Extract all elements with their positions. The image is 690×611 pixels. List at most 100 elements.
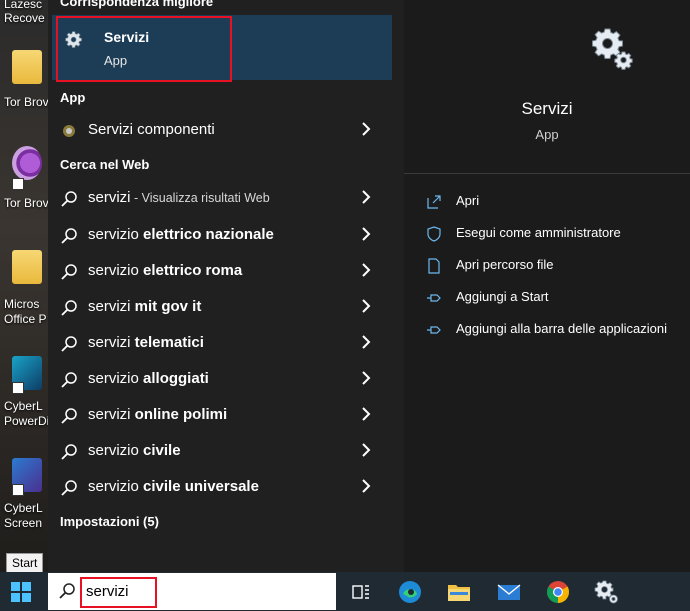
shortcut-arrow-icon bbox=[12, 382, 24, 394]
detail-title: Servizi bbox=[521, 99, 573, 118]
shield-icon bbox=[427, 226, 441, 242]
web-result-row[interactable]: servizio elettrico nazionale bbox=[48, 217, 388, 253]
action-label: Apri bbox=[456, 193, 480, 208]
mail-icon[interactable] bbox=[496, 579, 522, 605]
web-result-prefix: servizi bbox=[88, 334, 135, 351]
detail-subtitle: App bbox=[535, 127, 559, 142]
desktop-icon-tor-browser[interactable]: Tor Brov bbox=[0, 144, 48, 214]
gear-icon bbox=[592, 28, 633, 70]
chevron-right-icon[interactable] bbox=[360, 226, 372, 242]
app-item-label: Servizi componenti bbox=[88, 121, 215, 138]
web-result-prefix: servizi bbox=[88, 406, 135, 423]
search-icon bbox=[61, 336, 77, 352]
chevron-right-icon[interactable] bbox=[360, 298, 372, 314]
web-result-hint: - Visualizza risultati Web bbox=[130, 191, 270, 205]
highlight-box bbox=[56, 16, 232, 82]
search-icon bbox=[61, 444, 77, 460]
action-label: Aggiungi alla barra delle applicazioni bbox=[456, 321, 668, 336]
web-result-row[interactable]: servizio civile bbox=[48, 433, 388, 469]
web-result-prefix: servizi bbox=[88, 298, 135, 315]
search-icon bbox=[61, 191, 77, 207]
search-icon bbox=[61, 264, 77, 280]
web-result-row[interactable]: servizio civile universale bbox=[48, 469, 388, 505]
desktop-icon-label: Office P bbox=[4, 312, 47, 326]
search-icon bbox=[61, 480, 77, 496]
best-match-header: Corrispondenza migliore bbox=[60, 0, 214, 9]
web-result-row[interactable]: servizio alloggiati bbox=[48, 361, 388, 397]
divider bbox=[404, 173, 690, 174]
action-pin-to-start[interactable]: Aggiungi a Start bbox=[426, 286, 688, 310]
desktop-icon-label: Recove bbox=[4, 11, 45, 25]
desktop-icon-screen-recorder[interactable]: CyberL Screen bbox=[0, 458, 48, 534]
action-open[interactable]: Apri bbox=[426, 190, 688, 214]
folder-icon bbox=[12, 250, 42, 284]
search-icon bbox=[61, 408, 77, 424]
search-icon bbox=[59, 583, 75, 599]
component-services-icon bbox=[63, 125, 75, 137]
action-label: Aggiungi a Start bbox=[456, 289, 549, 304]
settings-section-header[interactable]: Impostazioni (5) bbox=[60, 514, 159, 529]
file-explorer-icon[interactable] bbox=[446, 579, 472, 605]
action-open-file-location[interactable]: Apri percorso file bbox=[426, 254, 688, 278]
web-result-prefix: servizio bbox=[88, 262, 144, 279]
desktop-icon-tor-folder[interactable]: Tor Brov bbox=[0, 46, 48, 110]
web-result-completion: elettrico nazionale bbox=[143, 226, 274, 243]
windows-start-icon[interactable] bbox=[10, 581, 32, 603]
desktop-icon-label: CyberL bbox=[4, 501, 43, 515]
highlight-box bbox=[80, 577, 157, 608]
chevron-right-icon[interactable] bbox=[360, 406, 372, 422]
desktop-icon-label: Screen bbox=[4, 516, 43, 530]
action-label: Apri percorso file bbox=[456, 257, 554, 272]
desktop-icon-label: CyberL bbox=[4, 399, 43, 413]
chevron-right-icon[interactable] bbox=[360, 334, 372, 350]
chrome-icon[interactable] bbox=[545, 579, 571, 605]
edge-icon[interactable] bbox=[397, 579, 423, 605]
app-item-servizi-componenti[interactable]: Servizi componenti bbox=[48, 112, 388, 148]
web-result-row[interactable]: servizi telematici bbox=[48, 325, 388, 361]
desktop-icon-powerdirector[interactable]: CyberL PowerDi bbox=[0, 356, 48, 432]
desktop: Lazesc Recove Tor Brov Tor Brov Micros O… bbox=[0, 0, 48, 572]
task-view-icon[interactable] bbox=[348, 579, 374, 605]
web-result-row[interactable]: servizio elettrico roma bbox=[48, 253, 388, 289]
shortcut-arrow-icon bbox=[12, 484, 24, 496]
web-result-prefix: servizi bbox=[88, 189, 131, 206]
action-label: Esegui come amministratore bbox=[456, 225, 621, 240]
web-result-row[interactable]: servizi mit gov it bbox=[48, 289, 388, 325]
desktop-icon-label: Tor Brov bbox=[4, 196, 48, 210]
chevron-right-icon[interactable] bbox=[360, 370, 372, 386]
open-icon bbox=[427, 195, 441, 209]
desktop-icon-office[interactable]: Micros Office P bbox=[0, 248, 48, 328]
web-result-prefix: servizio bbox=[88, 226, 144, 243]
desktop-icon-recovery[interactable]: Lazesc Recove bbox=[0, 0, 48, 40]
web-result-completion: civile universale bbox=[143, 478, 259, 495]
services-gear-icon[interactable] bbox=[594, 579, 620, 605]
chevron-right-icon[interactable] bbox=[360, 262, 372, 278]
web-result-row[interactable]: servizi - Visualizza risultati Web bbox=[48, 180, 388, 216]
pin-icon bbox=[427, 326, 441, 334]
search-icon bbox=[61, 300, 77, 316]
action-run-as-admin[interactable]: Esegui come amministratore bbox=[426, 222, 688, 246]
web-result-prefix: servizio bbox=[88, 442, 144, 459]
chevron-right-icon[interactable] bbox=[360, 478, 372, 494]
desktop-icon-label: Micros bbox=[4, 297, 40, 311]
tor-browser-icon bbox=[12, 146, 42, 180]
web-result-prefix: servizio bbox=[88, 478, 144, 495]
web-result-completion: elettrico roma bbox=[143, 262, 243, 279]
folder-icon bbox=[12, 50, 42, 84]
search-icon bbox=[61, 372, 77, 388]
pin-icon bbox=[427, 294, 441, 302]
desktop-icon-label: Tor Brov bbox=[4, 95, 48, 109]
file-location-icon bbox=[428, 258, 440, 274]
web-result-completion: alloggiati bbox=[143, 370, 209, 387]
action-pin-to-taskbar[interactable]: Aggiungi alla barra delle applicazioni bbox=[426, 318, 688, 342]
web-result-completion: telematici bbox=[134, 334, 204, 351]
chevron-right-icon[interactable] bbox=[360, 442, 372, 458]
start-tooltip: Start bbox=[6, 553, 44, 573]
web-result-row[interactable]: servizi online polimi bbox=[48, 397, 388, 433]
web-result-completion: mit gov it bbox=[134, 298, 202, 315]
shortcut-arrow-icon bbox=[12, 178, 24, 190]
web-result-prefix: servizio bbox=[88, 370, 144, 387]
detail-pane: Servizi App Apri Esegui come amministrat… bbox=[404, 0, 690, 572]
desktop-icon-label: PowerDi bbox=[4, 414, 48, 428]
chevron-right-icon[interactable] bbox=[360, 189, 372, 205]
